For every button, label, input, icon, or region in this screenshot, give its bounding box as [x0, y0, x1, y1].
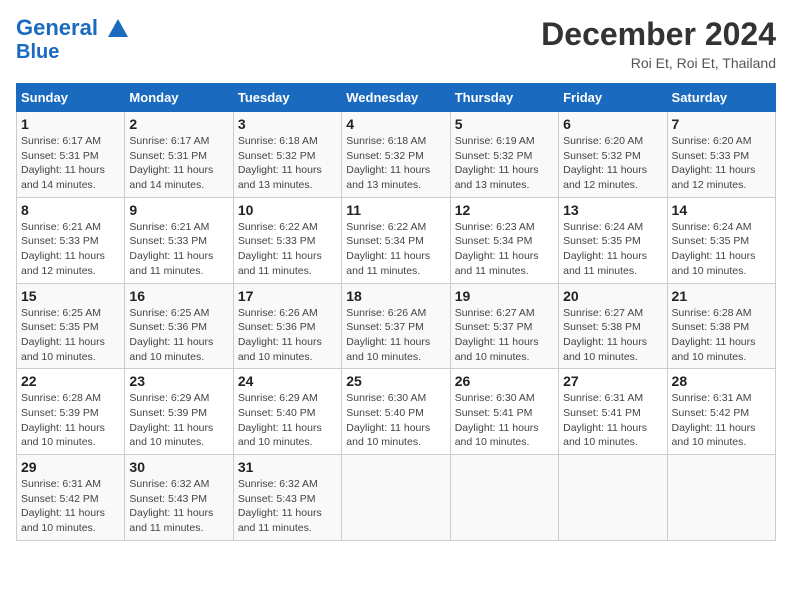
header-wednesday: Wednesday [342, 84, 450, 112]
table-row: 24 Sunrise: 6:29 AMSunset: 5:40 PMDaylig… [233, 369, 341, 455]
header-friday: Friday [559, 84, 667, 112]
table-row: 31 Sunrise: 6:32 AMSunset: 5:43 PMDaylig… [233, 455, 341, 541]
table-row: 3 Sunrise: 6:18 AMSunset: 5:32 PMDayligh… [233, 112, 341, 198]
table-row: 20 Sunrise: 6:27 AMSunset: 5:38 PMDaylig… [559, 283, 667, 369]
calendar-week: 1 Sunrise: 6:17 AMSunset: 5:31 PMDayligh… [17, 112, 776, 198]
table-row: 29 Sunrise: 6:31 AMSunset: 5:42 PMDaylig… [17, 455, 125, 541]
table-row: 11 Sunrise: 6:22 AMSunset: 5:34 PMDaylig… [342, 197, 450, 283]
table-row: 25 Sunrise: 6:30 AMSunset: 5:40 PMDaylig… [342, 369, 450, 455]
table-row: 6 Sunrise: 6:20 AMSunset: 5:32 PMDayligh… [559, 112, 667, 198]
empty-cell [342, 455, 450, 541]
header-monday: Monday [125, 84, 233, 112]
page-header: General Blue December 2024 Roi Et, Roi E… [16, 16, 776, 71]
table-row: 18 Sunrise: 6:26 AMSunset: 5:37 PMDaylig… [342, 283, 450, 369]
header-sunday: Sunday [17, 84, 125, 112]
table-row: 23 Sunrise: 6:29 AMSunset: 5:39 PMDaylig… [125, 369, 233, 455]
table-row: 2 Sunrise: 6:17 AMSunset: 5:31 PMDayligh… [125, 112, 233, 198]
table-row: 13 Sunrise: 6:24 AMSunset: 5:35 PMDaylig… [559, 197, 667, 283]
table-row: 10 Sunrise: 6:22 AMSunset: 5:33 PMDaylig… [233, 197, 341, 283]
table-row: 14 Sunrise: 6:24 AMSunset: 5:35 PMDaylig… [667, 197, 775, 283]
calendar-body: 1 Sunrise: 6:17 AMSunset: 5:31 PMDayligh… [17, 112, 776, 541]
header-saturday: Saturday [667, 84, 775, 112]
table-row: 17 Sunrise: 6:26 AMSunset: 5:36 PMDaylig… [233, 283, 341, 369]
title-block: December 2024 Roi Et, Roi Et, Thailand [541, 16, 776, 71]
table-row: 27 Sunrise: 6:31 AMSunset: 5:41 PMDaylig… [559, 369, 667, 455]
table-row: 22 Sunrise: 6:28 AMSunset: 5:39 PMDaylig… [17, 369, 125, 455]
table-row: 8 Sunrise: 6:21 AMSunset: 5:33 PMDayligh… [17, 197, 125, 283]
table-row: 4 Sunrise: 6:18 AMSunset: 5:32 PMDayligh… [342, 112, 450, 198]
table-row: 26 Sunrise: 6:30 AMSunset: 5:41 PMDaylig… [450, 369, 558, 455]
header-tuesday: Tuesday [233, 84, 341, 112]
table-row: 21 Sunrise: 6:28 AMSunset: 5:38 PMDaylig… [667, 283, 775, 369]
calendar-week: 29 Sunrise: 6:31 AMSunset: 5:42 PMDaylig… [17, 455, 776, 541]
empty-cell [450, 455, 558, 541]
month-title: December 2024 [541, 16, 776, 53]
table-row: 16 Sunrise: 6:25 AMSunset: 5:36 PMDaylig… [125, 283, 233, 369]
calendar-table: Sunday Monday Tuesday Wednesday Thursday… [16, 83, 776, 541]
table-row: 7 Sunrise: 6:20 AMSunset: 5:33 PMDayligh… [667, 112, 775, 198]
location: Roi Et, Roi Et, Thailand [541, 55, 776, 71]
calendar-week: 15 Sunrise: 6:25 AMSunset: 5:35 PMDaylig… [17, 283, 776, 369]
calendar-week: 22 Sunrise: 6:28 AMSunset: 5:39 PMDaylig… [17, 369, 776, 455]
table-row: 19 Sunrise: 6:27 AMSunset: 5:37 PMDaylig… [450, 283, 558, 369]
logo-blue: Blue [16, 41, 130, 63]
calendar-week: 8 Sunrise: 6:21 AMSunset: 5:33 PMDayligh… [17, 197, 776, 283]
table-row: 5 Sunrise: 6:19 AMSunset: 5:32 PMDayligh… [450, 112, 558, 198]
table-row: 9 Sunrise: 6:21 AMSunset: 5:33 PMDayligh… [125, 197, 233, 283]
days-header-row: Sunday Monday Tuesday Wednesday Thursday… [17, 84, 776, 112]
empty-cell [667, 455, 775, 541]
empty-cell [559, 455, 667, 541]
table-row: 28 Sunrise: 6:31 AMSunset: 5:42 PMDaylig… [667, 369, 775, 455]
table-row: 12 Sunrise: 6:23 AMSunset: 5:34 PMDaylig… [450, 197, 558, 283]
table-row: 1 Sunrise: 6:17 AMSunset: 5:31 PMDayligh… [17, 112, 125, 198]
logo-text: General [16, 16, 130, 41]
table-row: 15 Sunrise: 6:25 AMSunset: 5:35 PMDaylig… [17, 283, 125, 369]
header-thursday: Thursday [450, 84, 558, 112]
logo: General Blue [16, 16, 130, 63]
table-row: 30 Sunrise: 6:32 AMSunset: 5:43 PMDaylig… [125, 455, 233, 541]
